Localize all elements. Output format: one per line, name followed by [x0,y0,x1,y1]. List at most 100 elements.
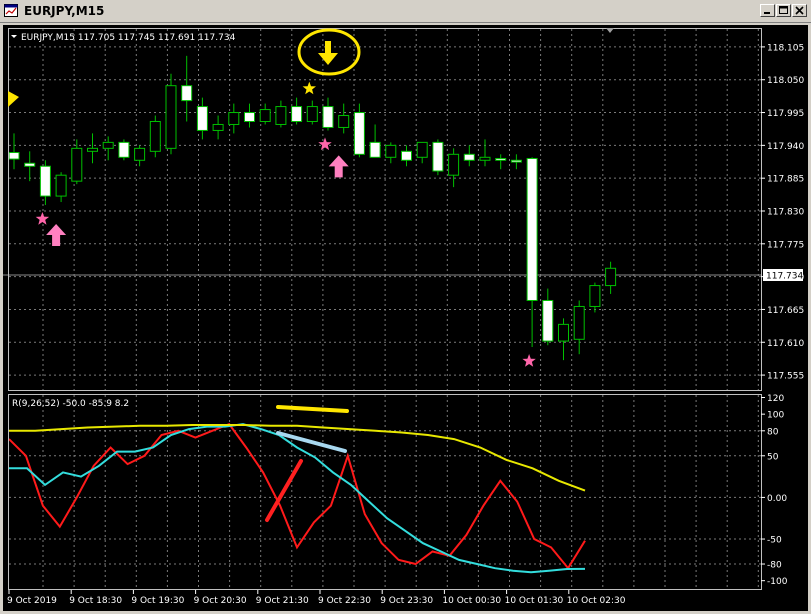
indicator-tick-label: -50 [767,536,782,546]
annotation-down-arrow-icon [318,41,338,65]
candle [71,139,83,185]
candle [149,115,161,158]
candle-body-bear [181,85,193,102]
candle-body-bull [589,285,601,307]
candle [165,73,177,155]
candle [338,103,350,134]
star-below-icon [522,354,536,367]
candle [24,151,36,182]
candle [463,145,475,167]
indicator-line-slow [9,424,586,492]
candle [495,154,507,170]
candle [542,288,554,346]
candle [291,97,303,125]
candle-body-bull [102,141,114,149]
candle-body-bear [526,157,538,301]
candle-body-bear [39,165,51,197]
candle-body-bull [212,123,224,131]
candle [134,145,146,167]
candle [181,55,193,122]
candle-body-bear [495,157,507,161]
price-tick-label: 117.940 [767,142,804,152]
indicator-tick-label: 80 [767,427,779,437]
candle-body-bull [134,147,146,161]
time-tick-label: 9 Oct 19:30 [131,596,184,606]
price-axis: 118.105 118.050 117.995 117.940 117.885 117.8… [761,43,804,382]
candle-body-bear [510,159,522,163]
candle [244,103,255,128]
time-tick-label: 9 Oct 20:30 [194,596,247,606]
maximize-icon [779,6,788,14]
candle [510,154,522,170]
candle-body-bear [8,152,20,160]
candle-body-bull [87,147,98,152]
chart-window-icon [4,4,18,17]
candle-body-bull [259,109,271,122]
time-tick-label: 10 Oct 00:30 [442,596,501,606]
candle [605,261,617,294]
maximize-button[interactable] [776,4,791,17]
minimize-button[interactable] [760,4,775,17]
candle-body-bear [463,153,475,161]
candle-body-bull [385,144,397,158]
price-tick-label: 117.555 [767,372,804,382]
star-above-icon [302,81,316,95]
scroll-marker-icon [606,28,614,33]
candle [55,172,67,203]
indicator-lines [8,422,586,574]
candle-body-bear [118,141,130,158]
edge-down-arrow-icon [8,91,19,107]
candle-body-bear [322,106,334,128]
candle-body-bull [573,305,585,340]
candle [526,157,538,348]
candle [322,97,334,131]
candle-body-bull [479,156,491,161]
candle [196,97,208,140]
price-tick-label: 117.830 [767,207,804,217]
grid [9,29,761,589]
indicator-tick-label: 100 [767,411,784,421]
window-titlebar[interactable]: EURJPY,M15 [0,0,811,23]
star-below-icon [318,137,332,151]
time-tick-label: 9 Oct 22:30 [318,596,371,606]
candle-body-bull [165,85,177,149]
candle [353,103,365,158]
candle [416,141,428,164]
candle-body-bear [196,106,208,131]
indicator-tick-label: 120 [767,394,784,404]
candle [589,282,601,313]
minimize-icon [764,12,770,14]
candle [275,100,287,128]
candle [479,139,491,167]
price-tick-label: 117.665 [767,306,804,316]
annotation-yellow-stroke [276,405,349,413]
candle [228,103,240,134]
window-title: EURJPY,M15 [24,4,105,18]
price-chart[interactable]: EURJPY,M15 117.705 117.745 117.691 117.7… [3,25,808,611]
candle-body-bear [542,299,554,342]
dropdown-triangle-icon[interactable] [11,35,17,38]
close-button[interactable] [792,4,807,17]
time-tick-label: 10 Oct 02:30 [567,596,626,606]
price-tick-label: 117.775 [767,240,804,250]
current-price-label: 117.734 [766,272,803,282]
candle-body-bear [353,112,365,155]
indicator-line-fast [8,422,586,570]
candle-body-bull [71,147,83,182]
candle-body-bear [432,141,444,172]
candle [401,145,412,167]
candle [369,124,381,158]
time-tick-label: 9 Oct 23:30 [380,596,433,606]
price-tick-label: 117.885 [767,175,804,185]
candle-body-bull [448,153,460,176]
candles [8,55,617,361]
indicator-tick-label: -80 [767,561,782,571]
candle [212,115,224,140]
main-pane-header: EURJPY,M15 117.705 117.745 117.691 117.7… [21,33,236,43]
time-axis: 9 Oct 2019 9 Oct 18:30 9 Oct 19:30 9 Oct 20… [7,590,626,606]
candle-body-bull [228,112,240,125]
candle-body-bull [416,141,428,158]
buy-arrow-icon [46,224,67,247]
star-below-icon [35,212,50,225]
candle-body-bull [605,267,617,287]
